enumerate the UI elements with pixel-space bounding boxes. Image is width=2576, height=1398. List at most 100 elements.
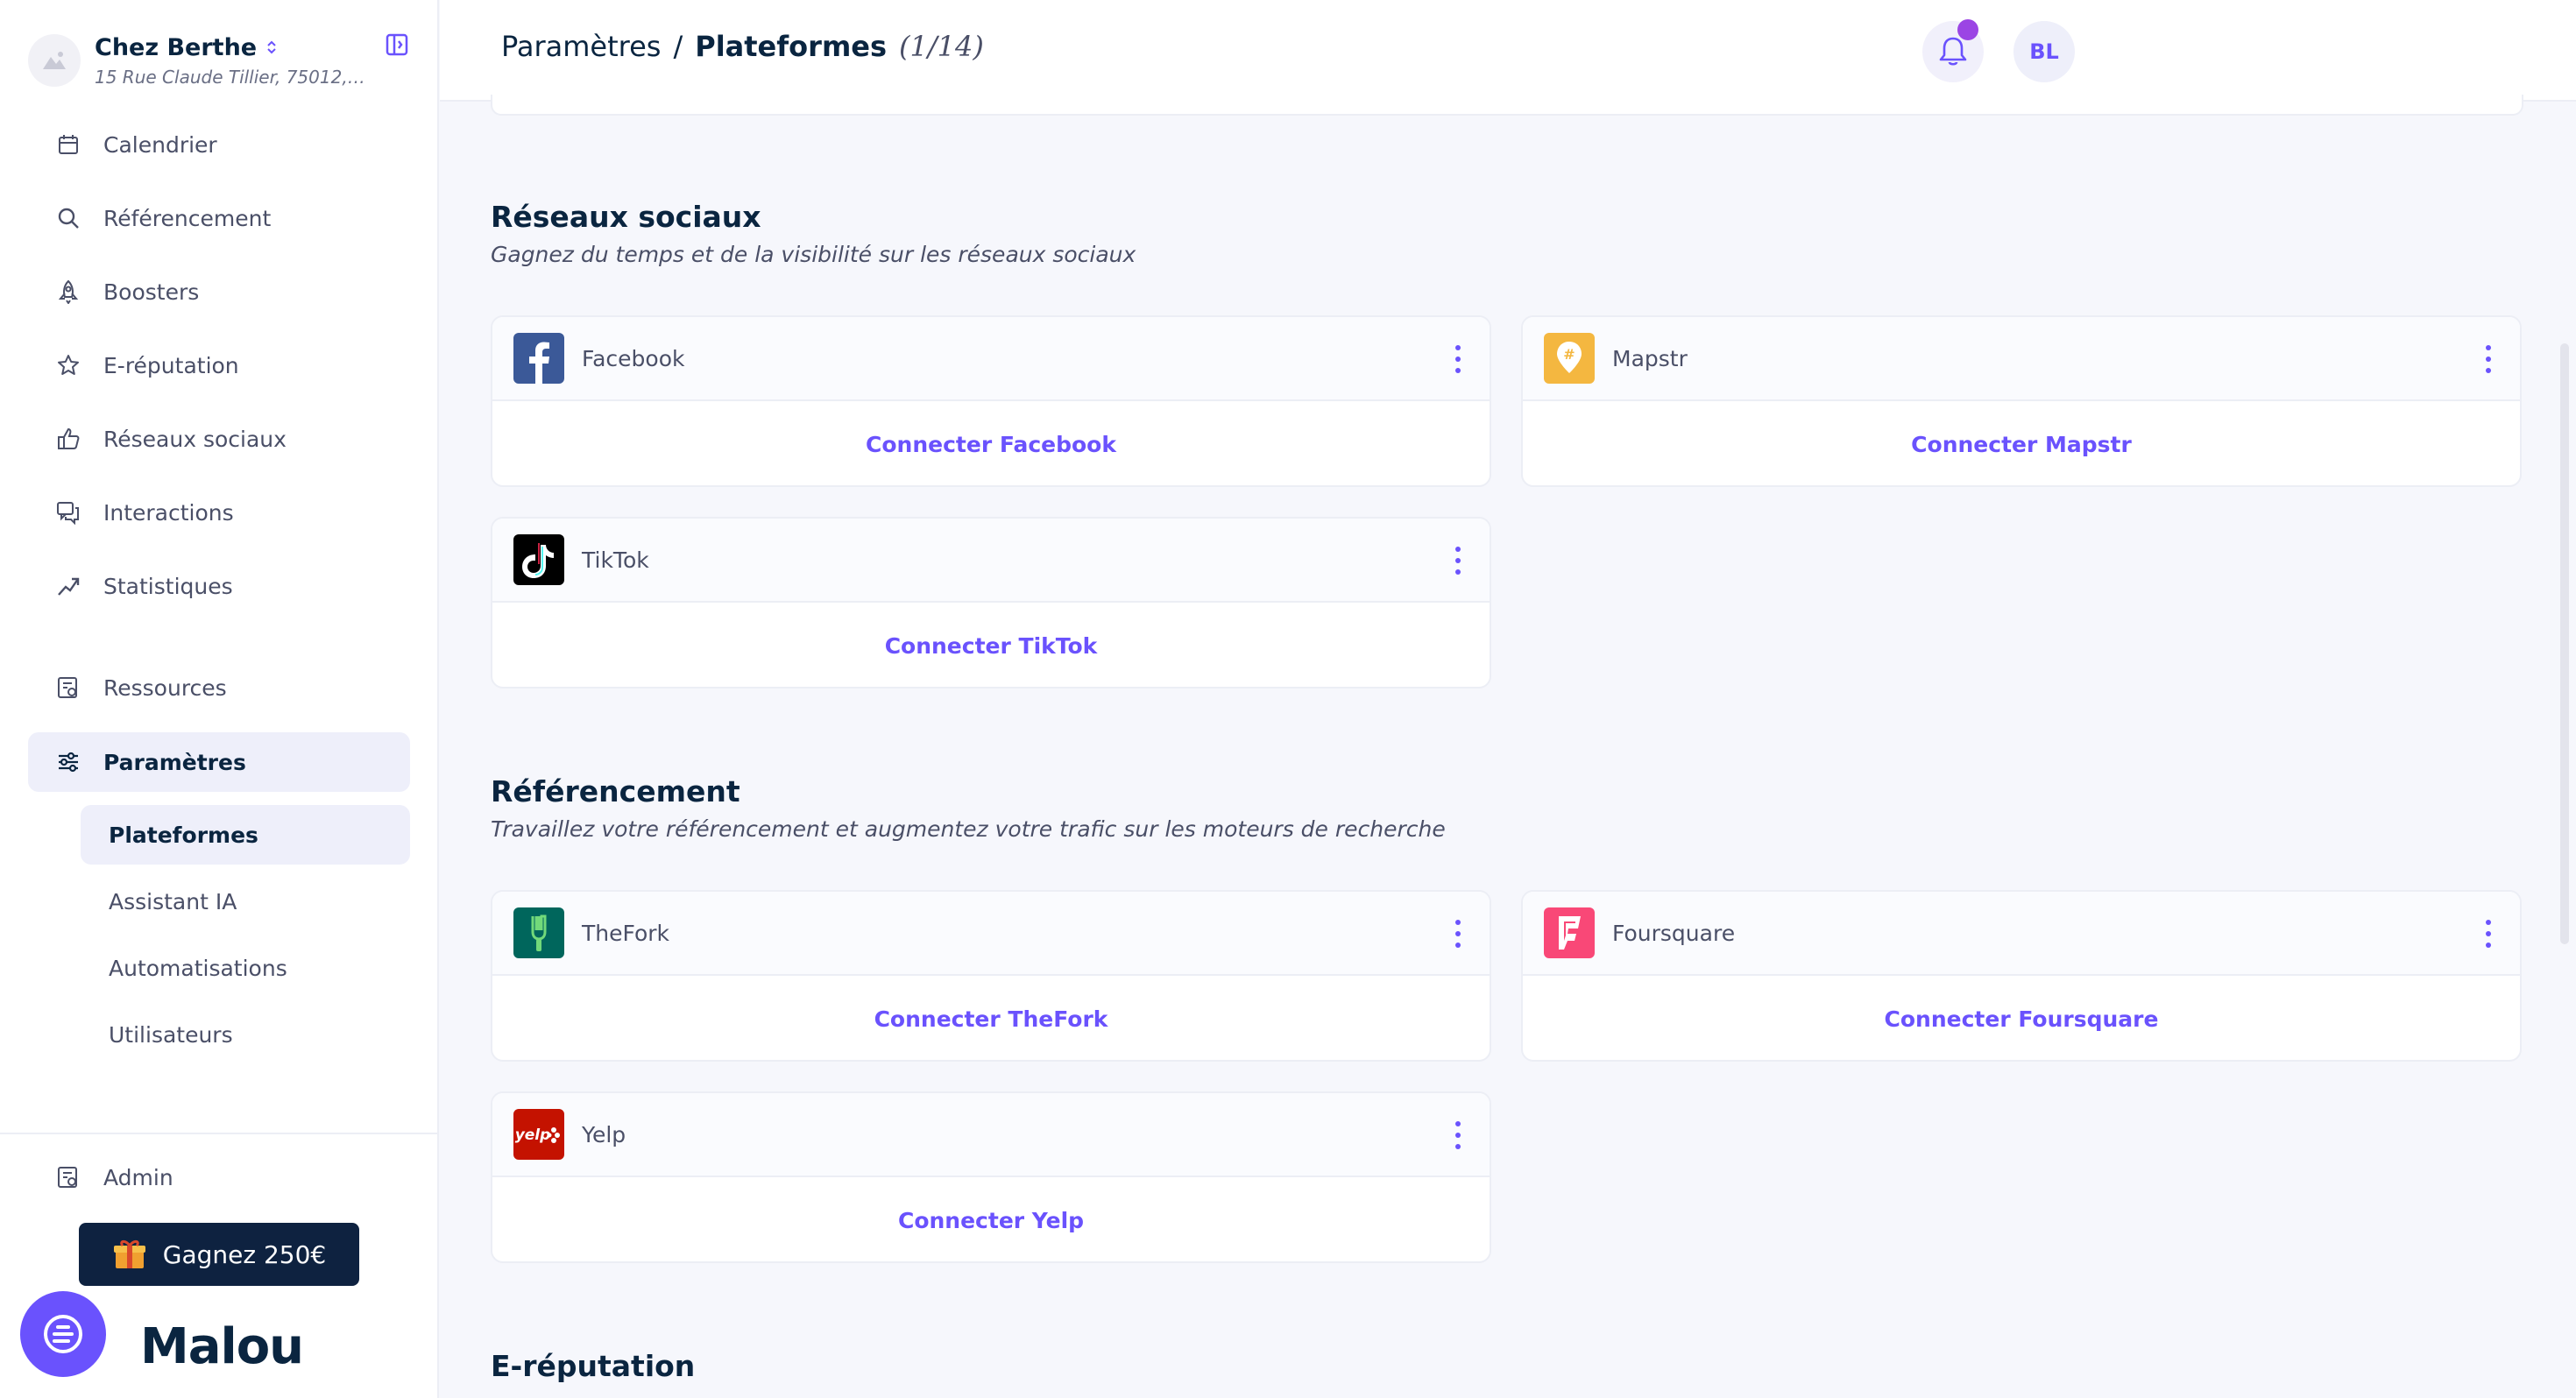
sidebar-subitem-label: Utilisateurs [109,1021,233,1048]
chat-icon [54,498,82,526]
sidebar-subitem-automatisations[interactable]: Automatisations [81,938,410,998]
sidebar-subitem-utilisateurs[interactable]: Utilisateurs [81,1005,410,1064]
sidebar-item-label: Interactions [103,499,234,526]
previous-section-card [491,95,2523,116]
facebook-logo-icon [513,333,564,384]
sidebar-item-parametres[interactable]: Paramètres [28,732,410,792]
sidebar-item-reseaux-sociaux[interactable]: Réseaux sociaux [28,409,410,469]
tiktok-logo-icon [513,534,564,585]
platform-card-tiktok: TikTok Connecter TikTok [491,517,1491,688]
sidebar-subitem-plateformes[interactable]: Plateformes [81,805,410,865]
sidebar-item-label: E-réputation [103,352,239,378]
platform-card-foursquare: Foursquare Connecter Foursquare [1521,890,2522,1062]
sidebar-item-statistiques[interactable]: Statistiques [28,556,410,616]
search-icon [54,204,82,232]
sidebar-item-label: Boosters [103,279,200,305]
more-options-icon[interactable] [2483,920,2494,948]
platform-card-yelp: yelp Yelp Connecter Yelp [491,1091,1491,1263]
trend-up-icon [54,572,82,600]
yelp-logo-icon: yelp [513,1109,564,1160]
section-subtitle-seo: Travaillez votre référencement et augmen… [491,816,1446,842]
referral-gift-label: Gagnez 250€ [162,1239,327,1269]
sidebar-item-label: Admin [103,1164,173,1190]
sidebar-item-admin[interactable]: Admin [28,1147,410,1207]
restaurant-switcher[interactable]: Chez Berthe 15 Rue Claude Tillier, 75012… [28,30,414,91]
platform-name: TheFork [582,920,670,946]
platform-card-facebook: Facebook Connecter Facebook [491,315,1491,487]
gift-icon [113,1239,145,1268]
platform-name: Foursquare [1612,920,1736,946]
top-header: Paramètres / Plateformes (1/14) [440,0,2576,102]
more-options-icon[interactable] [1453,920,1463,948]
sliders-icon [54,748,82,776]
restaurant-placeholder-icon [43,52,66,69]
sidebar-item-label: Calendrier [103,131,217,158]
sidebar-subitem-assistant-ia[interactable]: Assistant IA [81,872,410,931]
platform-name: TikTok [582,547,649,573]
sidebar-subitem-label: Assistant IA [109,888,237,914]
mapstr-logo-icon: # [1544,333,1595,384]
sidebar-item-calendrier[interactable]: Calendrier [28,115,410,174]
platforms-connected-count: (1/14) [899,30,984,63]
thumbs-up-icon [54,425,82,453]
calendar-icon [54,131,82,159]
platform-name: Mapstr [1612,345,1688,371]
breadcrumb-separator: / [673,30,683,63]
chat-support-icon [44,1315,82,1353]
more-options-icon[interactable] [1453,345,1463,373]
resources-icon [54,674,82,702]
sidebar-item-e-reputation[interactable]: E-réputation [28,335,410,395]
sidebar-collapse-icon[interactable] [386,33,408,56]
breadcrumb: Paramètres / Plateformes (1/14) [501,30,984,63]
restaurant-name: Chez Berthe [95,33,258,61]
sidebar-item-label: Statistiques [103,573,233,599]
sidebar-item-label: Ressources [103,674,227,701]
referral-gift-button[interactable]: Gagnez 250€ [79,1223,359,1286]
foursquare-logo-icon [1544,907,1595,958]
connect-facebook-button[interactable]: Connecter Facebook [492,401,1490,485]
notification-badge [1957,19,1978,40]
platform-card-mapstr: # Mapstr Connecter Mapstr [1521,315,2522,487]
section-title-seo: Référencement [491,774,740,808]
platform-card-thefork: TheFork Connecter TheFork [491,890,1491,1062]
platform-name: Yelp [582,1121,626,1147]
section-title-social: Réseaux sociaux [491,200,761,234]
sidebar-item-referencement[interactable]: Référencement [28,188,410,248]
sidebar-item-boosters[interactable]: Boosters [28,262,410,321]
connect-tiktok-button[interactable]: Connecter TikTok [492,603,1490,687]
connect-yelp-button[interactable]: Connecter Yelp [492,1177,1490,1261]
restaurant-avatar [28,34,81,87]
section-subtitle-social: Gagnez du temps et de la visibilité sur … [491,242,1136,267]
connect-thefork-button[interactable]: Connecter TheFork [492,976,1490,1060]
chevron-up-down-icon [267,40,276,54]
rocket-icon [54,278,82,306]
svg-text:yelp: yelp [515,1126,551,1144]
more-options-icon[interactable] [1453,1121,1463,1149]
malou-logo: Malou [140,1318,304,1375]
restaurant-address: 15 Rue Claude Tillier, 75012, Par... [95,66,371,88]
user-avatar[interactable]: BL [2013,21,2075,82]
sidebar-subitem-label: Automatisations [109,955,287,981]
admin-icon [54,1163,82,1191]
svg-text:#: # [1563,346,1575,363]
sidebar-subitem-label: Plateformes [109,822,258,848]
breadcrumb-parent[interactable]: Paramètres [501,30,661,63]
sidebar-item-label: Réseaux sociaux [103,426,287,452]
sidebar-item-label: Paramètres [103,749,246,775]
sidebar-item-interactions[interactable]: Interactions [28,483,410,542]
section-title-reputation: E-réputation [491,1349,696,1383]
connect-mapstr-button[interactable]: Connecter Mapstr [1523,401,2520,485]
sidebar-item-label: Référencement [103,205,272,231]
sidebar-item-ressources[interactable]: Ressources [28,658,410,717]
main-scrollbar[interactable] [2560,343,2569,944]
star-icon [54,351,82,379]
more-options-icon[interactable] [2483,345,2494,373]
thefork-logo-icon [513,907,564,958]
bell-icon [1939,37,1967,66]
connect-foursquare-button[interactable]: Connecter Foursquare [1523,976,2520,1060]
sidebar: Chez Berthe 15 Rue Claude Tillier, 75012… [0,0,439,1398]
more-options-icon[interactable] [1453,547,1463,575]
support-chat-button[interactable] [20,1291,106,1377]
breadcrumb-current: Plateformes [695,30,888,63]
sidebar-divider [0,1133,438,1134]
